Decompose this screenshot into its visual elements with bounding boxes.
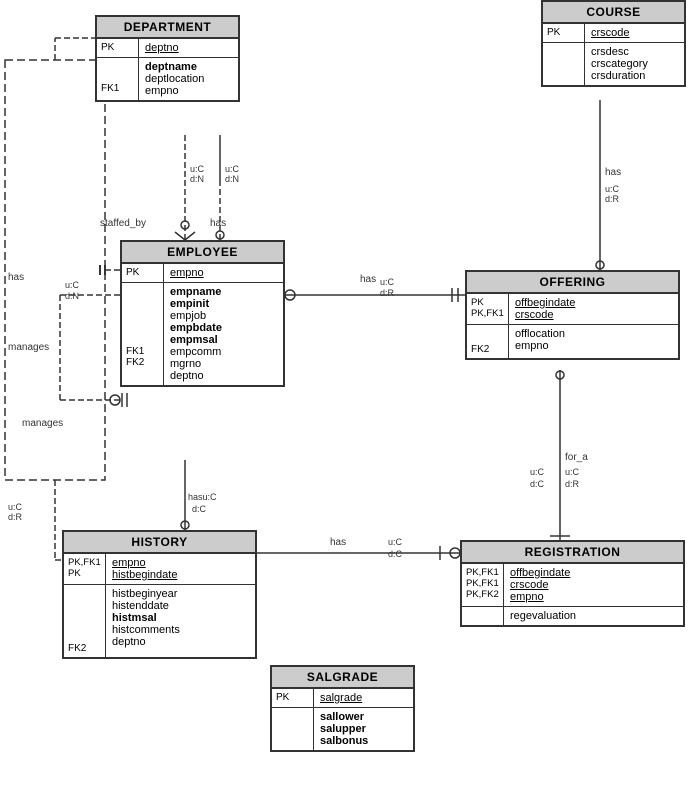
offering-attrs: offlocation empno (509, 325, 678, 358)
employee-entity: EMPLOYEE PK empno FK1 FK2 empname empini… (120, 240, 285, 387)
offering-entity: OFFERING PK PK,FK1 offbegindate crscode … (465, 270, 680, 360)
svg-text:u:C: u:C (190, 164, 205, 174)
history-title: HISTORY (64, 532, 255, 554)
registration-attrs: regevaluation (504, 607, 683, 625)
course-entity: COURSE PK crscode crsdesc crscategory cr… (541, 0, 686, 87)
has-dept-label: has (210, 218, 226, 229)
salgrade-attrs: sallower salupper salbonus (314, 708, 413, 750)
svg-text:manages: manages (8, 342, 49, 353)
history-attrs: histbeginyear histenddate histmsal histc… (106, 585, 255, 657)
department-attrs: deptname deptlocation empno (139, 58, 238, 100)
svg-text:d:R: d:R (565, 479, 580, 489)
svg-text:u:C: u:C (65, 280, 80, 290)
svg-text:u:C: u:C (388, 537, 403, 547)
staffed-by-label: staffed_by (100, 218, 146, 229)
department-pk-attr: deptno (139, 39, 238, 57)
er-diagram: u:C d:N u:C d:N u:C d:R has manages u:C … (0, 0, 690, 803)
manages-label: manages (22, 418, 63, 429)
svg-text:u:C: u:C (605, 184, 620, 194)
department-pk-label: PK (97, 39, 139, 57)
svg-text:d:C: d:C (192, 504, 207, 514)
employee-attrs: empname empinit empjob empbdate empmsal … (164, 283, 283, 385)
course-attrs: crsdesc crscategory crsduration (585, 43, 684, 85)
svg-text:has: has (8, 272, 24, 283)
svg-text:u:C: u:C (565, 467, 580, 477)
svg-text:d:C: d:C (530, 479, 545, 489)
svg-text:d:C: d:C (388, 549, 403, 559)
svg-text:d:R: d:R (605, 194, 620, 204)
svg-text:d:N: d:N (190, 174, 204, 184)
department-entity: DEPARTMENT PK deptno . . FK1 deptname de… (95, 15, 240, 102)
svg-text:d:N: d:N (225, 174, 239, 184)
course-title: COURSE (543, 2, 684, 24)
offering-title: OFFERING (467, 272, 678, 294)
registration-title: REGISTRATION (462, 542, 683, 564)
department-title: DEPARTMENT (97, 17, 238, 39)
svg-text:hasu:C: hasu:C (188, 492, 217, 502)
svg-text:d:R: d:R (380, 288, 395, 298)
svg-text:has: has (360, 274, 376, 285)
svg-text:has: has (330, 537, 346, 548)
svg-text:u:C: u:C (8, 502, 23, 512)
svg-text:u:C: u:C (380, 277, 395, 287)
svg-text:d:N: d:N (65, 291, 79, 301)
svg-text:has: has (605, 167, 621, 178)
salgrade-entity: SALGRADE PK salgrade sallower salupper s… (270, 665, 415, 752)
svg-text:u:C: u:C (225, 164, 240, 174)
salgrade-title: SALGRADE (272, 667, 413, 689)
svg-text:u:C: u:C (530, 467, 545, 477)
svg-text:for_a: for_a (565, 452, 588, 463)
registration-entity: REGISTRATION PK,FK1 PK,FK1 PK,FK2 offbeg… (460, 540, 685, 627)
svg-text:d:R: d:R (8, 512, 23, 522)
history-entity: HISTORY PK,FK1 PK empno histbegindate FK… (62, 530, 257, 659)
employee-title: EMPLOYEE (122, 242, 283, 264)
department-fk-label: . . FK1 (97, 58, 139, 100)
